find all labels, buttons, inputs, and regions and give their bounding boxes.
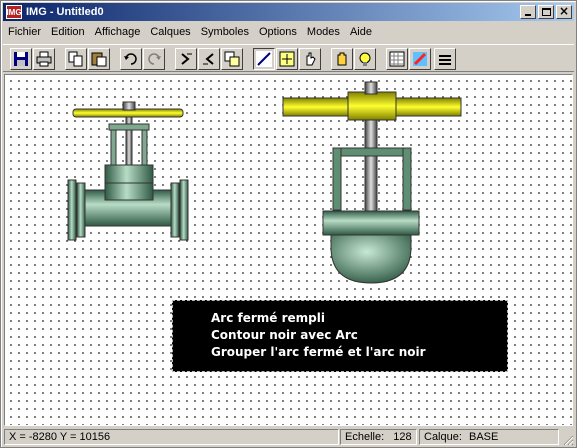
window-title: IMG - Untitled0	[26, 6, 104, 18]
toolbar	[3, 44, 574, 72]
menu-aide[interactable]: Aide	[345, 26, 377, 38]
menu-calques[interactable]: Calques	[145, 26, 195, 38]
copy-button[interactable]	[65, 48, 87, 70]
pencil-icon	[413, 52, 427, 66]
close-button[interactable]: ×	[556, 4, 572, 19]
maximize-icon	[542, 8, 551, 16]
resize-grip-icon[interactable]	[562, 434, 574, 446]
line-tool-button[interactable]	[253, 48, 275, 70]
grab-hand-icon	[337, 52, 347, 66]
window-button[interactable]	[221, 48, 243, 70]
hand-pan-icon	[306, 52, 316, 66]
print-button[interactable]	[33, 48, 55, 70]
rotate-left-button[interactable]	[175, 48, 197, 70]
menu-icon	[439, 55, 451, 65]
bulb-button[interactable]	[354, 48, 376, 70]
app-window: IMG IMG - Untitled0 × Fichier Edition Af…	[0, 0, 577, 448]
right-valve[interactable]	[282, 81, 462, 284]
rotate-right-icon	[203, 53, 214, 65]
layer-label: Calque:	[424, 431, 462, 443]
scale-panel: Echelle: 128	[340, 429, 417, 445]
menu-symboles[interactable]: Symboles	[196, 26, 254, 38]
grab-hand-button[interactable]	[331, 48, 353, 70]
paste-icon	[91, 52, 107, 67]
window-icon	[224, 51, 240, 67]
grid-button[interactable]	[386, 48, 408, 70]
redo-button[interactable]	[143, 48, 165, 70]
status-bar: X = -8280 Y = 10156 Echelle: 128 Calque:…	[3, 429, 574, 446]
line-tool-icon	[256, 51, 272, 67]
scale-label: Echelle:	[345, 431, 385, 443]
undo-icon	[124, 53, 137, 65]
bulb-icon	[359, 52, 371, 66]
menu-fichier[interactable]: Fichier	[3, 26, 46, 38]
minimize-button[interactable]	[520, 5, 536, 19]
menu-button[interactable]	[434, 48, 456, 70]
layer-panel: Calque: BASE	[419, 429, 559, 445]
move-tool-icon	[279, 51, 295, 67]
menu-edition[interactable]: Edition	[46, 26, 90, 38]
grid-icon	[389, 51, 405, 67]
valve-drawings	[67, 81, 462, 284]
save-icon	[14, 52, 28, 66]
text-annotation-box[interactable]: Arc fermé rempli Contour noir avec Arc G…	[172, 300, 508, 372]
move-tool-button[interactable]	[276, 48, 298, 70]
maximize-button[interactable]	[538, 5, 554, 19]
text-line-1: Arc fermé rempli	[211, 311, 325, 325]
left-valve[interactable]	[67, 101, 189, 241]
copy-icon	[68, 51, 83, 67]
rotate-left-icon	[181, 53, 192, 65]
close-icon: ×	[558, 4, 570, 18]
drawing-canvas[interactable]: Arc fermé rempli Contour noir avec Arc G…	[4, 74, 573, 426]
paste-button[interactable]	[88, 48, 110, 70]
print-icon	[36, 51, 52, 67]
text-line-2: Contour noir avec Arc	[211, 328, 358, 342]
menu-options[interactable]: Options	[254, 26, 302, 38]
menu-affichage[interactable]: Affichage	[90, 26, 146, 38]
pencil-button[interactable]	[409, 48, 431, 70]
menu-bar: Fichier Edition Affichage Calques Symbol…	[3, 22, 574, 42]
scale-value: 128	[393, 431, 412, 443]
rotate-right-button[interactable]	[198, 48, 220, 70]
layer-value: BASE	[468, 431, 499, 443]
app-icon[interactable]: IMG	[6, 5, 22, 19]
text-line-3: Grouper l'arc fermé et l'arc noir	[211, 345, 426, 359]
undo-button[interactable]	[120, 48, 142, 70]
redo-icon	[148, 53, 161, 65]
hand-pan-button[interactable]	[299, 48, 321, 70]
save-button[interactable]	[10, 48, 32, 70]
minimize-icon	[525, 14, 531, 16]
menu-modes[interactable]: Modes	[302, 26, 345, 38]
coords-readout: X = -8280 Y = 10156	[4, 429, 339, 445]
title-bar[interactable]: IMG IMG - Untitled0 ×	[3, 3, 574, 21]
